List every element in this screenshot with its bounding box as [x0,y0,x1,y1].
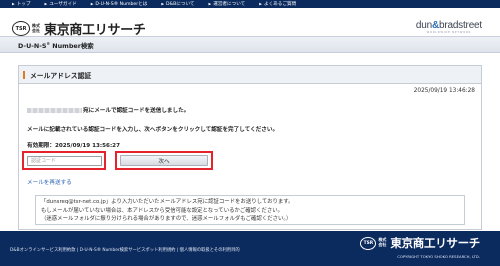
nav-link-label: よくあるご質問 [263,2,297,7]
notice-line: もしメールが届いていない場合は、本アドレスから受信可能な設定となっているかご確認… [41,207,283,214]
nav-link-duns[interactable]: ▶ D-U-N-S® Numberとは [91,1,148,7]
dnb-tagline: WORLDWIDE NETWORK [426,31,472,34]
footer-tsr-logo: TSR 株式会社 東京商工リサーチ [360,235,480,251]
service-title-rest: Number検索 [50,42,94,50]
top-nav: ▶ トップ ▶ ユーザガイド ▶ D-U-N-S® Numberとは ▶ D&Bについて… [0,0,500,8]
brand-header: TSR 株式会社 東京商工リサーチ dun&bradstreet WORLDWI… [0,8,500,38]
triangle-icon: ▶ [12,2,15,6]
nav-link-faq[interactable]: ▶ よくあるご質問 [259,1,296,7]
triangle-icon: ▶ [161,2,165,6]
nav-link-user-guide[interactable]: ▶ ユーザガイド [45,1,77,7]
dnb-wordmark: dun&bradstreet [416,20,482,31]
nav-link-label: D-U-N-S® Numberとは [95,2,148,7]
service-title-bar: D-U-N-S® Number検索 [0,36,500,53]
panel-title: メールアドレス認証 [30,72,92,80]
panel-accent-bar [23,71,25,79]
sent-message-text: 宛にメールで認証コードを送信しました。 [83,108,190,114]
service-title-duns: D-U-N-S [18,42,47,50]
notice-line: （迷惑メールフォルダに振り分けられる場合がありますので、迷惑メールフォルダもご確… [41,216,292,222]
email-auth-panel: メールアドレス認証 2025/09/19 13:46:28 宛にメールで認証コー… [18,65,482,230]
dnb-logo[interactable]: dun&bradstreet WORLDWIDE NETWORK [416,20,482,34]
nav-link-label: トップ [16,2,31,7]
nav-link-top[interactable]: ▶ トップ [12,1,31,7]
masked-email [27,108,82,113]
triangle-icon: ▶ [208,2,212,6]
tsr-company-type: 株式会社 [32,22,40,33]
tsr-company-name: 東京商工リサーチ [390,236,480,250]
next-button[interactable]: 次へ [120,155,208,166]
dnb-prefix: dun [415,20,432,31]
footer-links[interactable]: D&Bオンラインサービス利用約款 | D-U-N-S® Number検索サービス… [10,247,240,253]
dnb-ampersand: & [431,20,439,31]
deadline: 有効期限：2025/09/19 13:56:27 [27,143,120,149]
nav-link-label: D&Bについて [166,2,195,7]
verification-code-input[interactable] [27,156,102,166]
triangle-icon: ▶ [90,2,94,6]
nav-link-operator[interactable]: ▶ 運営者について [209,1,246,7]
notice-box: 「dunsreq@tsr-net.co.jp」より入力いただいたメールアドレス宛… [35,195,465,225]
nav-link-label: ユーザガイド [49,2,77,7]
service-title: D-U-N-S® Number検索 [18,41,94,50]
tsr-mark-icon: TSR [12,21,30,36]
notice-line: 「dunsreq@tsr-net.co.jp」より入力いただいたメールアドレス宛… [41,199,294,205]
triangle-icon: ▶ [259,2,262,6]
timestamp: 2025/09/19 13:46:28 [413,88,475,94]
sent-message: 宛にメールで認証コードを送信しました。 [27,106,189,114]
next-button-highlight: 次へ [115,151,213,170]
tsr-company-type: 株式会社 [378,237,387,247]
instruction-text: メールに記載されている認証コードを入力し、次へボタンをクリックして認証を完了して… [27,127,279,133]
copyright: COPYRIGHT TOKYO SHOKO RESEARCH, LTD. [397,254,480,259]
nav-link-label: 運営者について [213,2,246,7]
code-input-highlight [22,151,106,170]
footer: D&Bオンラインサービス利用約款 | D-U-N-S® Number検索サービス… [0,231,500,266]
triangle-icon: ▶ [44,2,48,6]
nav-link-dnb[interactable]: ▶ D&Bについて [161,1,194,7]
dnb-suffix: bradstreet [438,20,482,31]
resend-email-link[interactable]: メールを再送する [27,178,72,186]
tsr-mark-icon: TSR [360,236,377,250]
panel-header: メールアドレス認証 [19,66,481,84]
